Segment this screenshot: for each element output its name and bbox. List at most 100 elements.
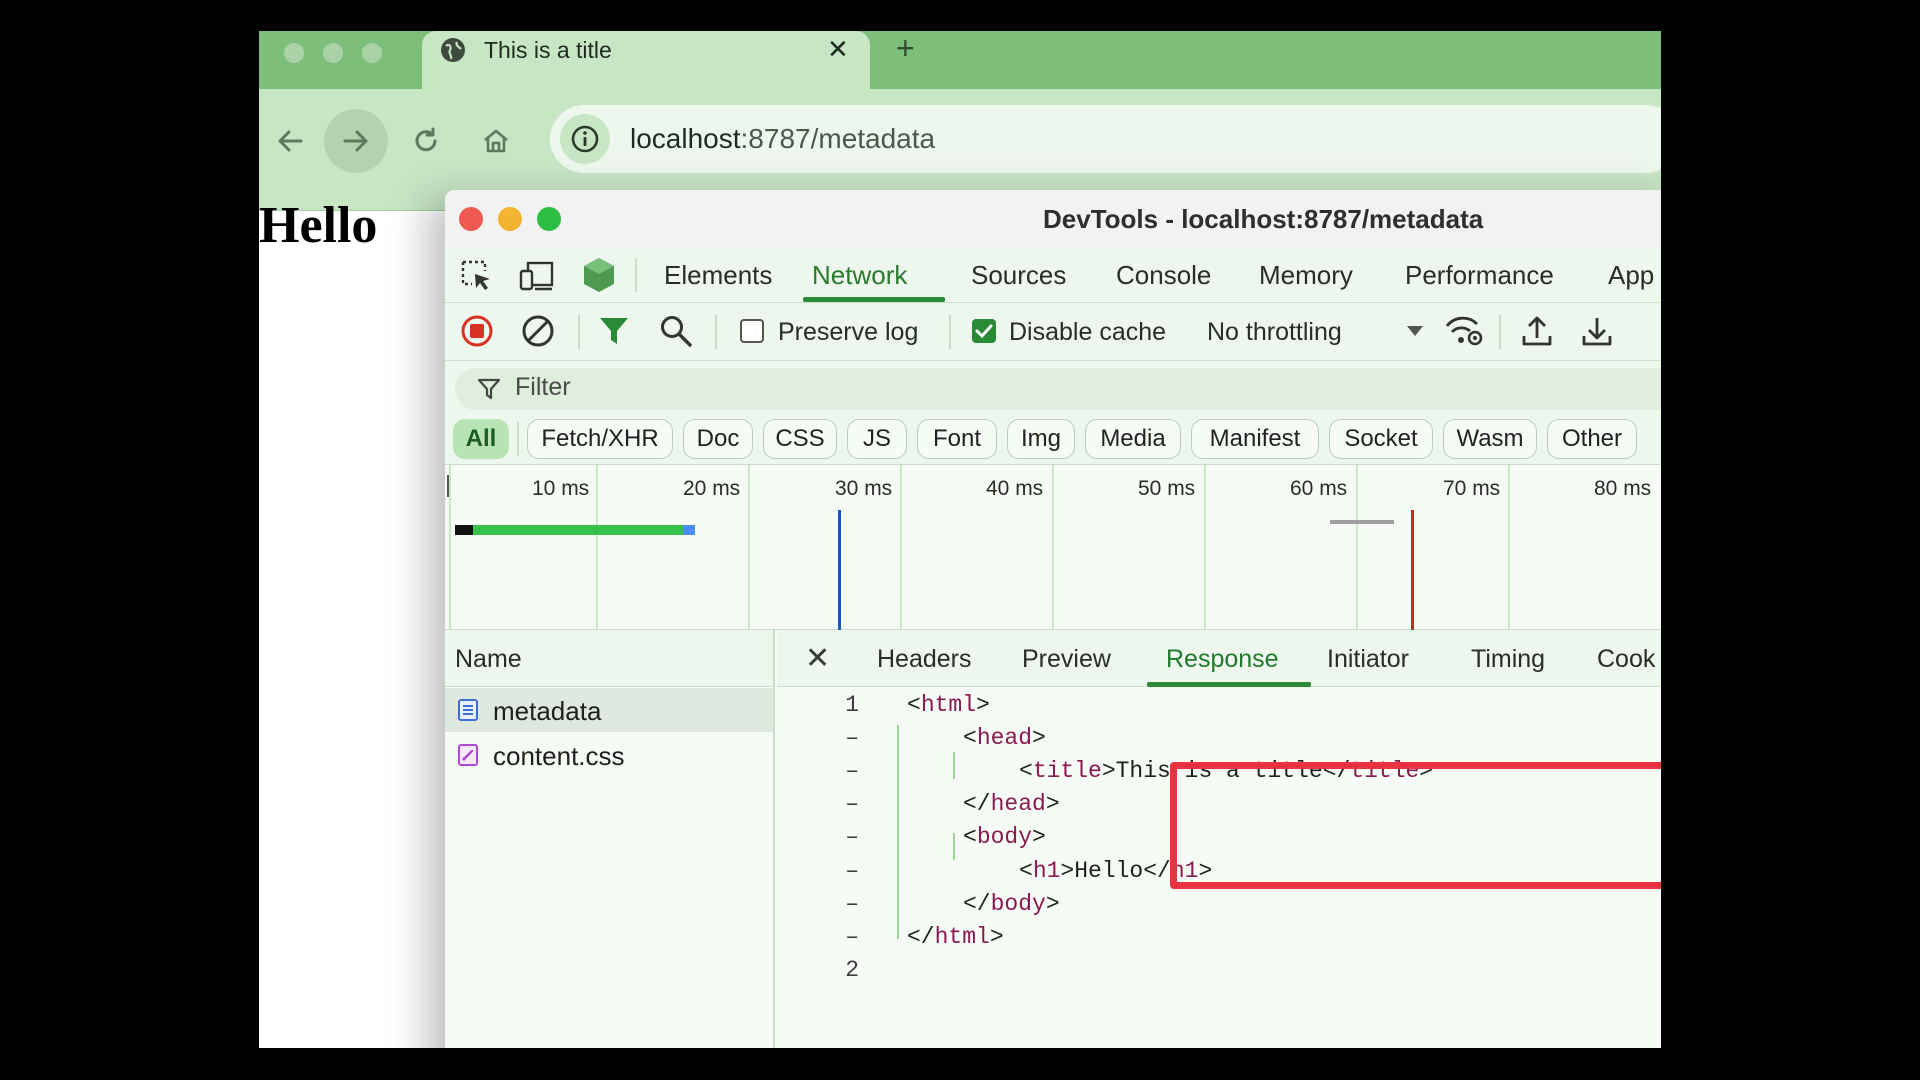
code-line: </head>: [963, 789, 1060, 819]
detail-tab-response[interactable]: Response: [1166, 644, 1279, 674]
timeline-tick: 20 ms: [683, 477, 741, 500]
forward-button[interactable]: [324, 109, 388, 173]
address-bar[interactable]: localhost:8787/metadata: [550, 105, 1661, 173]
toolbar-divider: [1499, 315, 1501, 349]
filter-chip-font[interactable]: Font: [917, 419, 997, 459]
line-number: –: [845, 857, 859, 884]
tab-memory[interactable]: Memory: [1259, 260, 1353, 290]
back-button[interactable]: [259, 109, 322, 173]
inspect-element-icon[interactable]: [460, 259, 494, 293]
code-text: </: [963, 791, 991, 818]
tab-close-icon[interactable]: ✕: [827, 35, 849, 63]
filter-chip-css[interactable]: CSS: [763, 419, 837, 459]
code-text: <: [907, 692, 921, 718]
clear-icon[interactable]: [521, 314, 555, 348]
filter-chip-fetch-xhr[interactable]: Fetch/XHR: [527, 419, 673, 459]
window-minimize-dot[interactable]: [323, 43, 343, 63]
reload-button[interactable]: [394, 109, 458, 173]
filter-chip-js[interactable]: JS: [847, 419, 907, 459]
window-close-dot[interactable]: [284, 43, 304, 63]
indent-guide: [897, 725, 899, 939]
filter-chip-doc[interactable]: Doc: [683, 419, 753, 459]
stop-recording-icon[interactable]: [460, 314, 494, 348]
close-detail-icon[interactable]: ✕: [805, 644, 830, 674]
home-button[interactable]: [464, 109, 528, 173]
search-icon[interactable]: [659, 314, 693, 348]
screen: This is a title ✕ + localhost:8787/metad…: [259, 31, 1661, 1048]
tab-application[interactable]: App: [1608, 260, 1654, 290]
filter-chip-other[interactable]: Other: [1547, 419, 1637, 459]
document-icon: [458, 699, 478, 721]
filter-chip-manifest[interactable]: Manifest: [1191, 419, 1319, 459]
devtools-window: DevTools - localhost:8787/metadata Eleme…: [445, 190, 1661, 1048]
url-text[interactable]: localhost:8787/metadata: [630, 123, 935, 155]
filter-chip-wasm[interactable]: Wasm: [1443, 419, 1537, 459]
filter-chip-socket[interactable]: Socket: [1329, 419, 1433, 459]
page-heading: Hello: [259, 197, 378, 254]
url-path: :8787/metadata: [740, 123, 936, 154]
request-row[interactable]: metadata: [445, 688, 773, 732]
filter-chip-all[interactable]: All: [453, 419, 509, 459]
network-conditions-icon[interactable]: [1444, 314, 1484, 348]
detail-tab-initiator[interactable]: Initiator: [1327, 644, 1409, 674]
filter-chip-img[interactable]: Img: [1007, 419, 1075, 459]
disable-cache-checkbox[interactable]: [972, 319, 996, 343]
throttling-select[interactable]: No throttling: [1207, 317, 1342, 347]
indent-guide: [953, 833, 955, 860]
tab-performance[interactable]: Performance: [1405, 260, 1554, 290]
timeline-gridline: [1052, 465, 1054, 630]
timeline-gridline: [748, 465, 750, 630]
filter-funnel-icon[interactable]: [598, 314, 630, 348]
device-toolbar-icon[interactable]: [519, 259, 555, 293]
code-line: <body>: [963, 822, 1046, 852]
tag-name: head: [990, 791, 1046, 818]
extension-hexagon-icon[interactable]: [582, 256, 616, 294]
export-har-icon[interactable]: [1581, 314, 1613, 348]
annotation-highlight-box: [1170, 762, 1661, 889]
import-har-icon[interactable]: [1521, 314, 1553, 348]
preserve-log-checkbox[interactable]: [740, 319, 764, 343]
tag-name: h1: [1032, 857, 1061, 884]
timeline-gridline: [449, 465, 451, 630]
detail-tab-cookies[interactable]: Cook: [1597, 644, 1655, 674]
request-download-bar: [473, 525, 687, 535]
toolbar-divider: [715, 315, 717, 349]
window-zoom-dot[interactable]: [362, 43, 382, 63]
tab-sources[interactable]: Sources: [971, 260, 1066, 290]
line-number: –: [845, 824, 859, 851]
chevron-down-icon[interactable]: [1406, 325, 1424, 337]
browser-tabstrip: This is a title ✕ +: [259, 31, 1661, 89]
detail-tab-headers[interactable]: Headers: [877, 644, 972, 674]
site-info-button[interactable]: [560, 114, 610, 164]
timeline-gridline: [1356, 465, 1358, 630]
stylesheet-bar: [1330, 520, 1394, 524]
tab-network[interactable]: Network: [812, 260, 907, 290]
tag-name: html: [934, 923, 990, 950]
globe-icon: [441, 38, 465, 62]
tab-console[interactable]: Console: [1116, 260, 1211, 290]
timeline-gridline: [1508, 465, 1510, 630]
filter-input[interactable]: Filter: [455, 368, 1661, 410]
toolbar-divider: [949, 315, 951, 349]
devtools-close-dot[interactable]: [459, 207, 483, 231]
timeline-tick: 30 ms: [835, 477, 893, 500]
timeline-overview[interactable]: 10 ms 20 ms 30 ms 40 ms 50 ms 60 ms 70 m…: [445, 465, 1661, 630]
detail-tab-timing[interactable]: Timing: [1471, 644, 1545, 674]
filter-chip-media[interactable]: Media: [1085, 419, 1181, 459]
line-number: 1: [845, 692, 859, 718]
devtools-minimize-dot[interactable]: [498, 207, 522, 231]
code-text: >Hello</: [1060, 857, 1171, 884]
filter-placeholder: Filter: [515, 373, 571, 401]
request-row[interactable]: content.css: [445, 733, 773, 777]
tab-elements[interactable]: Elements: [664, 260, 772, 290]
toolbar-divider: [517, 422, 519, 456]
requests-header[interactable]: Name: [445, 630, 773, 687]
line-number: –: [845, 791, 859, 818]
code-text: <: [1019, 857, 1033, 884]
browser-tab-active[interactable]: This is a title ✕: [422, 31, 870, 89]
detail-tab-preview[interactable]: Preview: [1022, 644, 1111, 674]
code-line: </html>: [907, 922, 1004, 952]
devtools-zoom-dot[interactable]: [537, 207, 561, 231]
code-text: <: [963, 725, 977, 752]
new-tab-button[interactable]: +: [896, 32, 915, 64]
